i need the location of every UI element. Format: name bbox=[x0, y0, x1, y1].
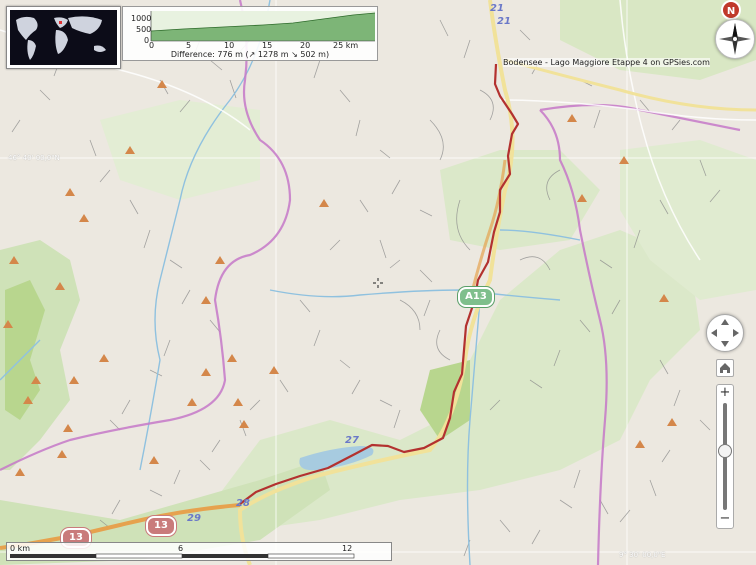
distance-tick: 0 bbox=[149, 41, 155, 50]
distance-tick: 20 bbox=[300, 41, 311, 50]
pan-arrows-icon bbox=[711, 319, 739, 347]
distance-tick: 10 bbox=[224, 41, 235, 50]
scale-label: 0 km bbox=[10, 544, 31, 553]
motorway-shield: A13 bbox=[458, 287, 494, 307]
road-shield: 13 bbox=[146, 516, 176, 536]
overview-map[interactable] bbox=[6, 6, 121, 69]
track-label: Bodensee - Lago Maggiore Etappe 4 on GPS… bbox=[503, 58, 710, 67]
zoom-in-button[interactable]: + bbox=[717, 385, 733, 401]
zoom-slider-handle[interactable] bbox=[718, 444, 732, 458]
north-badge-icon: N bbox=[721, 0, 741, 20]
zoom-out-button[interactable]: − bbox=[717, 511, 733, 527]
home-icon bbox=[720, 363, 730, 373]
road-number: 28 bbox=[236, 498, 250, 509]
map-canvas[interactable] bbox=[0, 0, 756, 565]
road-number: 21 bbox=[497, 16, 511, 27]
elevation-profile[interactable]: 1000 500 0 0 5 10 15 20 25 km Difference… bbox=[122, 6, 378, 61]
longitude-label: 9° 30' 00,0"E bbox=[619, 551, 666, 559]
elevation-tick: 1000 bbox=[131, 14, 152, 23]
distance-tick: 15 bbox=[262, 41, 273, 50]
compass-rose-icon bbox=[719, 23, 751, 55]
north-badge-letter: N bbox=[727, 6, 735, 17]
scale-label: 6 bbox=[178, 544, 184, 553]
scale-bar: 0 km 6 12 bbox=[6, 542, 392, 561]
distance-tick: 25 km bbox=[333, 41, 359, 50]
scale-label: 12 bbox=[342, 544, 353, 553]
world-map-icon bbox=[16, 16, 106, 60]
road-number: 27 bbox=[345, 435, 359, 446]
north-marker-button[interactable]: N bbox=[718, 0, 744, 21]
compass-control[interactable] bbox=[715, 19, 755, 59]
distance-tick: 5 bbox=[186, 41, 192, 50]
zoom-control[interactable]: + − bbox=[716, 384, 734, 529]
scale-bar-graphic bbox=[10, 553, 355, 559]
elevation-difference: Difference: 776 m (↗ 1278 m ↘ 502 m) bbox=[170, 50, 330, 59]
road-number: 21 bbox=[490, 3, 504, 14]
pan-control[interactable] bbox=[706, 314, 744, 352]
latitude-label: 46° 40' 00,0"N bbox=[8, 154, 60, 162]
elevation-tick: 500 bbox=[136, 25, 152, 34]
road-number: 29 bbox=[187, 513, 201, 524]
home-button[interactable] bbox=[716, 359, 734, 377]
